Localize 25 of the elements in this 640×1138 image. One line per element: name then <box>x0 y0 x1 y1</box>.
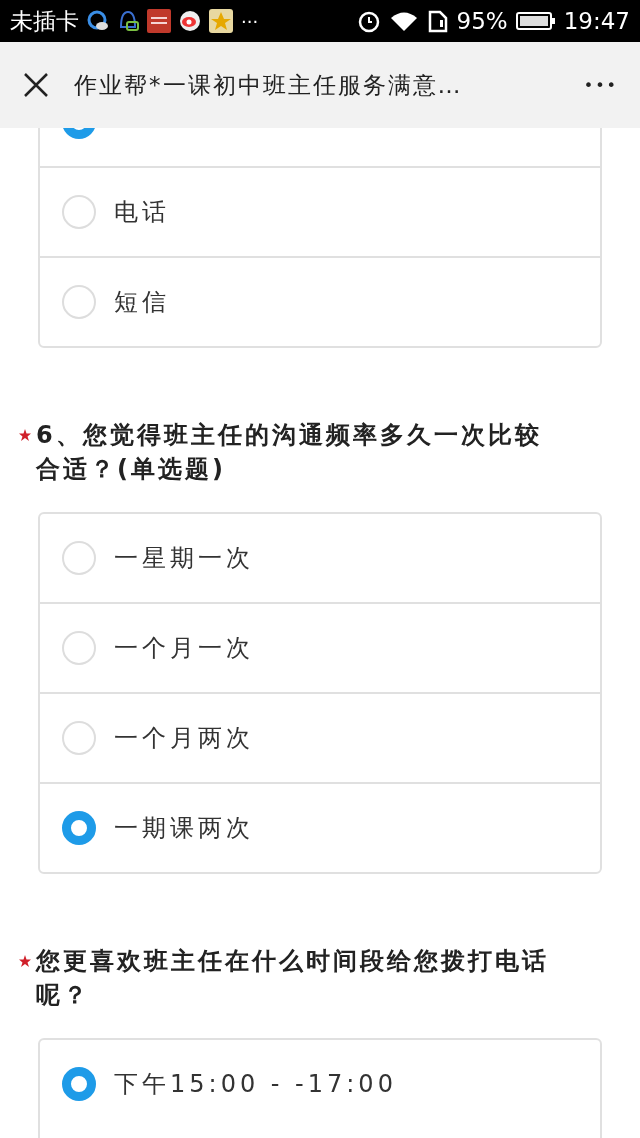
option-label[interactable]: 短信 <box>114 286 170 318</box>
more-menu-button[interactable]: ••• <box>583 75 618 95</box>
option-label[interactable]: 一个月一次 <box>114 632 254 664</box>
page-title: 作业帮*一课初中班主任服务满意… <box>74 70 464 100</box>
radio-button[interactable] <box>62 811 96 845</box>
alarm-icon <box>356 9 381 33</box>
option-label[interactable]: 一个月两次 <box>114 722 254 754</box>
option-label[interactable]: 电话 <box>114 196 170 228</box>
cloud-icon <box>87 10 109 32</box>
radio-button[interactable] <box>62 1067 96 1101</box>
sim-icon <box>426 9 449 33</box>
battery-percent-text: 95% <box>456 8 508 34</box>
more-notifications-text: ··· <box>241 10 259 32</box>
question-text: 6、您觉得班主任的沟通频率多久一次比较合适？(单选题) <box>36 420 543 485</box>
star-app-icon <box>209 9 233 33</box>
clock-time: 19:47 <box>563 8 630 34</box>
question-text: 您更喜欢班主任在什么时间段给您拨打电话呢？ <box>36 946 550 1011</box>
option-label[interactable]: 一期课两次 <box>114 812 254 844</box>
option-label[interactable]: 一星期一次 <box>114 542 254 574</box>
close-icon[interactable] <box>22 71 50 99</box>
app-icon <box>147 9 171 33</box>
battery-icon <box>515 11 556 31</box>
option-label[interactable]: 下午15:00 - -17:00 <box>114 1068 397 1100</box>
carrier-text: 未插卡 <box>10 6 79 36</box>
chat-icon <box>117 9 139 33</box>
